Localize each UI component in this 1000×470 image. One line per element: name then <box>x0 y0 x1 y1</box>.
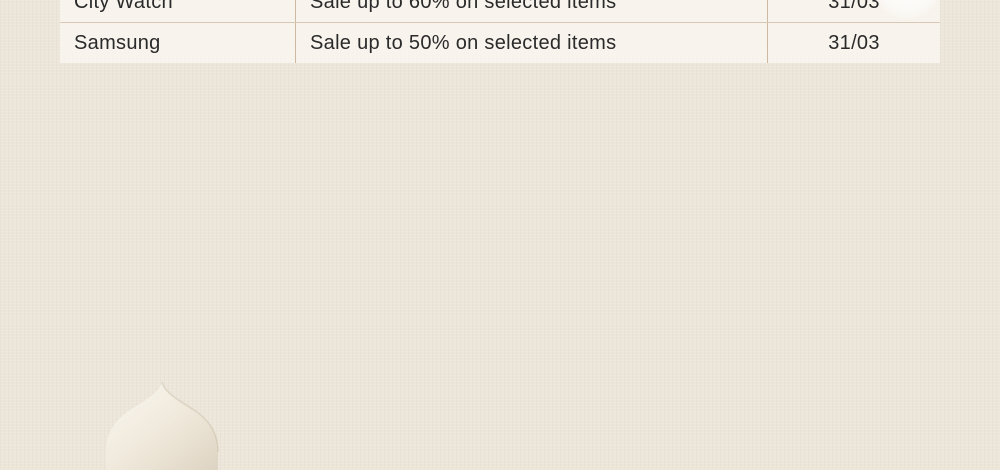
offer-cell: Sale up to 50% on selected items <box>295 22 768 63</box>
dome-decoration-icon <box>106 381 219 470</box>
brand-cell: City Watch <box>60 0 296 23</box>
end-date-cell: 31/03 <box>828 31 880 54</box>
offer-cell: Sale up to 60% on selected items <box>295 0 768 23</box>
table-row: City Watch Sale up to 60% on selected it… <box>60 0 940 23</box>
end-date-cell: 31/03 <box>767 0 940 23</box>
brand-cell: Samsung <box>60 22 296 63</box>
table-row: Samsung Sale up to 50% on selected items… <box>60 22 940 63</box>
offers-table: City Watch Sale up to 60% on selected it… <box>60 0 940 63</box>
